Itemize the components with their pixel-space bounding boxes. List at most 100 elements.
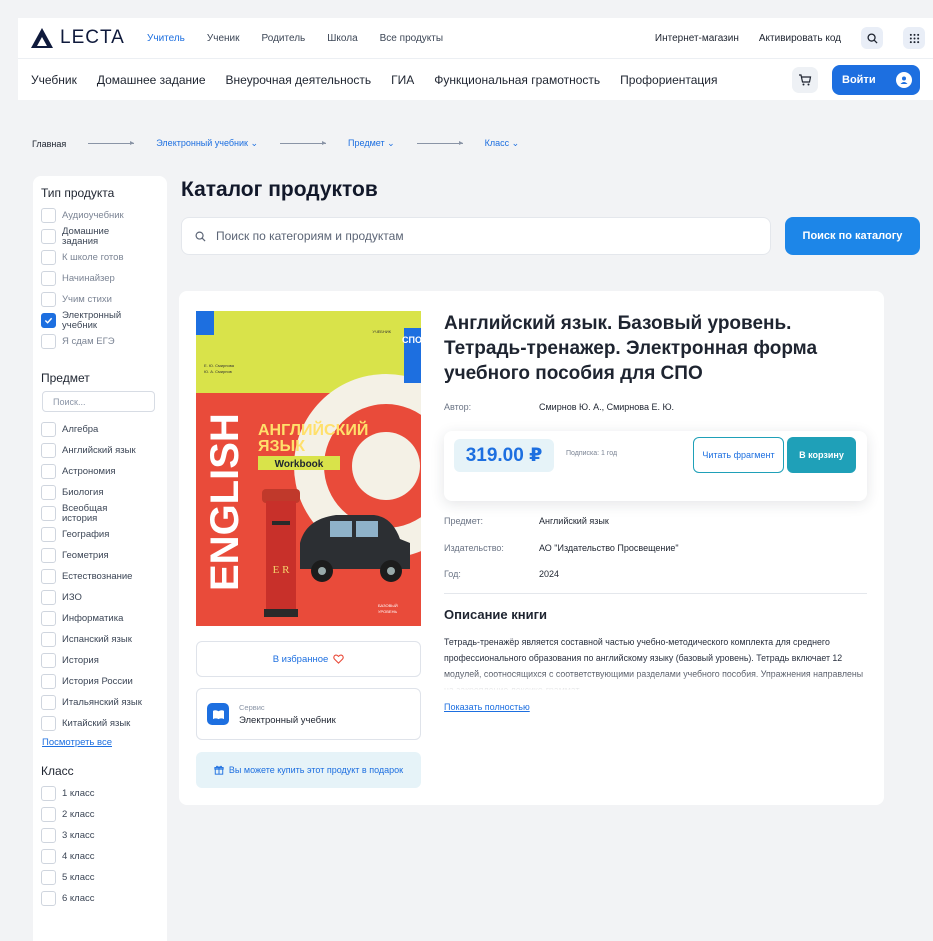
checkbox[interactable] <box>41 632 56 647</box>
publisher-label: Издательство: <box>444 543 504 553</box>
checkbox[interactable] <box>41 464 56 479</box>
checkbox-checked[interactable] <box>41 313 56 328</box>
checkbox[interactable] <box>41 271 56 286</box>
show-full-description-link[interactable]: Показать полностью <box>444 702 530 712</box>
filter-type-item[interactable]: Я сдам ЕГЭ <box>41 332 159 351</box>
book-cover-image[interactable]: СПО УЧЕБНИК Е. Ю. Смирнова Ю. А. Смирнов… <box>196 311 421 626</box>
catalog-search-button[interactable]: Поиск по каталогу <box>785 217 920 255</box>
filter-subject-item[interactable]: Естествознание <box>41 567 159 586</box>
add-to-favorites-button[interactable]: В избранное <box>196 641 421 677</box>
checkbox[interactable] <box>41 695 56 710</box>
filter-subject-item[interactable]: История <box>41 651 159 670</box>
filter-subject-item[interactable]: География <box>41 525 159 544</box>
filter-subject-item[interactable]: Астрономия <box>41 462 159 481</box>
checkbox[interactable] <box>41 334 56 349</box>
nav-textbook[interactable]: Учебник <box>31 73 77 87</box>
filter-type-item[interactable]: Аудиоучебник <box>41 206 159 225</box>
role-tab-teacher[interactable]: Учитель <box>147 33 185 44</box>
nav-homework[interactable]: Домашнее задание <box>97 73 206 87</box>
breadcrumb-e-textbook[interactable]: Электронный учебник ⌄ <box>156 138 258 149</box>
cart-button[interactable] <box>792 66 818 93</box>
filter-class-item[interactable]: 5 класс <box>41 868 159 887</box>
user-icon <box>896 71 912 88</box>
breadcrumb-subject[interactable]: Предмет ⌄ <box>348 138 395 149</box>
search-button[interactable] <box>861 27 883 49</box>
login-button[interactable]: Войти <box>832 64 920 95</box>
filter-subject-item[interactable]: Информатика <box>41 609 159 628</box>
filter-class-item[interactable]: 2 класс <box>41 805 159 824</box>
filter-class-item[interactable]: 3 класс <box>41 826 159 845</box>
checkbox[interactable] <box>41 870 56 885</box>
shop-link[interactable]: Интернет-магазин <box>655 33 739 44</box>
apps-button[interactable] <box>903 27 925 49</box>
filter-subject-item[interactable]: ИЗО <box>41 588 159 607</box>
checkbox[interactable] <box>41 443 56 458</box>
nav-gia[interactable]: ГИА <box>391 73 414 87</box>
filter-type-item[interactable]: К школе готов <box>41 248 159 267</box>
filter-subject-item[interactable]: Геометрия <box>41 546 159 565</box>
show-all-subjects-link[interactable]: Посмотреть все <box>42 737 159 748</box>
filter-type-item-selected[interactable]: Электронный учебник <box>41 311 159 330</box>
filter-subject-item[interactable]: Китайский язык <box>41 714 159 733</box>
author-value: Смирнов Ю. А., Смирнова Е. Ю. <box>539 402 675 412</box>
role-tab-all-products[interactable]: Все продукты <box>380 33 443 44</box>
filter-type-item[interactable]: Начинайзер <box>41 269 159 288</box>
checkbox[interactable] <box>41 786 56 801</box>
nav-links: Учебник Домашнее задание Внеурочная деят… <box>31 73 717 87</box>
checkbox[interactable] <box>41 422 56 437</box>
role-tab-parent[interactable]: Родитель <box>262 33 306 44</box>
filter-class-item[interactable]: 6 класс <box>41 889 159 908</box>
breadcrumb-home[interactable]: Главная <box>32 139 66 149</box>
nav-extracurricular[interactable]: Внеурочная деятельность <box>226 73 372 87</box>
description-fade <box>444 669 869 691</box>
cover-title-line1: АНГЛИЙСКИЙ <box>258 420 368 439</box>
checkbox[interactable] <box>41 485 56 500</box>
checkbox[interactable] <box>41 674 56 689</box>
checkbox[interactable] <box>41 292 56 307</box>
checkbox[interactable] <box>41 506 56 521</box>
catalog-search-input[interactable]: Поиск по категориям и продуктам <box>181 217 771 255</box>
gift-purchase-link[interactable]: Вы можете купить этот продукт в подарок <box>196 752 421 788</box>
role-tab-student[interactable]: Ученик <box>207 33 240 44</box>
cover-badge-top: УЧЕБНИК <box>372 329 391 334</box>
checkbox[interactable] <box>41 527 56 542</box>
checkbox[interactable] <box>41 548 56 563</box>
filter-type-item[interactable]: Домашние задания <box>41 227 159 246</box>
nav-career-guidance[interactable]: Профориентация <box>620 73 717 87</box>
logo-text: LECTA <box>60 27 125 48</box>
checkbox[interactable] <box>41 611 56 626</box>
activate-code-link[interactable]: Активировать код <box>759 33 841 44</box>
filter-subject-item[interactable]: Английский язык <box>41 441 159 460</box>
checkbox[interactable] <box>41 828 56 843</box>
book-cover-art: СПО УЧЕБНИК Е. Ю. Смирнова Ю. А. Смирнов… <box>196 311 421 626</box>
checkbox[interactable] <box>41 208 56 223</box>
checkbox[interactable] <box>41 849 56 864</box>
filter-type-item[interactable]: Учим стихи <box>41 290 159 309</box>
cart-icon <box>799 73 812 85</box>
filter-subject-item[interactable]: Испанский язык <box>41 630 159 649</box>
filter-class-item[interactable]: 4 класс <box>41 847 159 866</box>
filter-subject-item[interactable]: Биология <box>41 483 159 502</box>
checkbox[interactable] <box>41 807 56 822</box>
role-tab-school[interactable]: Школа <box>327 33 357 44</box>
product-price: 319.00 ₽ <box>454 439 554 472</box>
filter-subject-item[interactable]: Алгебра <box>41 420 159 439</box>
subject-search-input[interactable]: Поиск... <box>42 391 155 412</box>
filter-subject-item[interactable]: Всеобщая история <box>41 504 159 523</box>
filter-class-item[interactable]: 1 класс <box>41 784 159 803</box>
read-fragment-button[interactable]: Читать фрагмент <box>693 437 784 473</box>
checkbox[interactable] <box>41 653 56 668</box>
checkbox[interactable] <box>41 891 56 906</box>
breadcrumb-class[interactable]: Класс ⌄ <box>485 138 520 149</box>
logo[interactable]: LECTA <box>30 26 135 50</box>
checkbox[interactable] <box>41 250 56 265</box>
add-to-cart-button[interactable]: В корзину <box>787 437 856 473</box>
filter-subject-item[interactable]: История России <box>41 672 159 691</box>
filter-class-list: 1 класс 2 класс 3 класс 4 класс 5 класс … <box>41 784 159 908</box>
checkbox[interactable] <box>41 590 56 605</box>
nav-functional-literacy[interactable]: Функциональная грамотность <box>434 73 600 87</box>
checkbox[interactable] <box>41 569 56 584</box>
filter-subject-item[interactable]: Итальянский язык <box>41 693 159 712</box>
checkbox[interactable] <box>41 229 56 244</box>
checkbox[interactable] <box>41 716 56 731</box>
